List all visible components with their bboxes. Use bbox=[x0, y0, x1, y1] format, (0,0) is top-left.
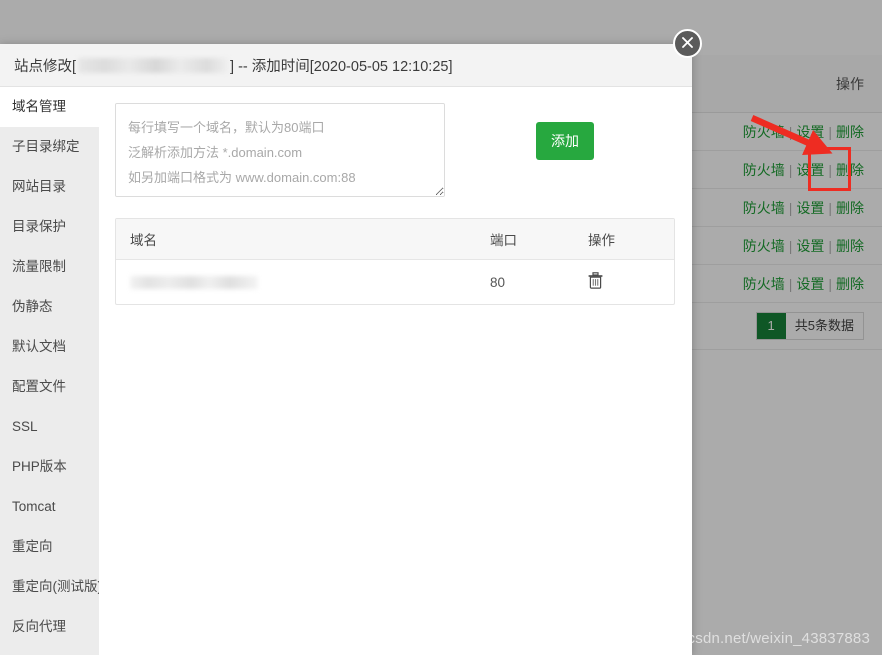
domain-table: 域名 端口 操作 80 bbox=[116, 219, 674, 304]
screen-root: 操作 防火墙 | 设置 | 删除 防火墙 | 设置 | 删除 防火墙 | 设置 | 删除 防火墙 | bbox=[0, 0, 882, 655]
domain-table-head: 域名 端口 操作 bbox=[116, 219, 674, 260]
sidebar-item-domain-management[interactable]: 域名管理 bbox=[0, 87, 99, 127]
modal-content: 添加 域名 端口 操作 bbox=[99, 87, 692, 655]
column-header-operation: 操作 bbox=[574, 219, 674, 260]
redacted-domain-value bbox=[130, 276, 258, 290]
watermark-text: https://blog.csdn.net/weixin_43837883 bbox=[607, 630, 870, 647]
sidebar-item-website-directory[interactable]: 网站目录 bbox=[0, 167, 99, 207]
modal-title-prefix: 站点修改[ bbox=[14, 58, 77, 75]
sidebar-item-default-document[interactable]: 默认文档 bbox=[0, 327, 99, 367]
sidebar-item-tomcat[interactable]: Tomcat bbox=[0, 487, 99, 527]
modal-body: 域名管理 子目录绑定 网站目录 目录保护 流量限制 伪静态 默认文档 配置文件 … bbox=[0, 87, 692, 655]
cell-port: 80 bbox=[490, 274, 506, 290]
add-domain-button[interactable]: 添加 bbox=[536, 122, 594, 160]
cell-operation bbox=[574, 260, 674, 305]
sidebar-item-ssl[interactable]: SSL bbox=[0, 407, 99, 447]
close-icon bbox=[681, 36, 694, 52]
sidebar-item-pseudo-static[interactable]: 伪静态 bbox=[0, 287, 99, 327]
modal-sidebar: 域名管理 子目录绑定 网站目录 目录保护 流量限制 伪静态 默认文档 配置文件 … bbox=[0, 87, 102, 655]
domain-table-wrapper: 域名 端口 操作 80 bbox=[115, 218, 675, 305]
domain-table-header-row: 域名 端口 操作 bbox=[116, 219, 674, 260]
column-header-domain: 域名 bbox=[116, 219, 476, 260]
trash-icon bbox=[588, 272, 603, 292]
sidebar-item-subdirectory-binding[interactable]: 子目录绑定 bbox=[0, 127, 99, 167]
sidebar-item-redirect-beta[interactable]: 重定向(测试版) bbox=[0, 567, 102, 607]
sidebar-item-directory-protection[interactable]: 目录保护 bbox=[0, 207, 99, 247]
column-header-port: 端口 bbox=[476, 219, 574, 260]
sidebar-item-config-file[interactable]: 配置文件 bbox=[0, 367, 99, 407]
table-row: 80 bbox=[116, 260, 674, 305]
close-modal-button[interactable] bbox=[673, 29, 702, 58]
add-domain-form: 添加 bbox=[115, 103, 676, 197]
domain-input[interactable] bbox=[115, 103, 445, 197]
cell-domain bbox=[116, 260, 476, 305]
redacted-domain-name bbox=[78, 57, 229, 73]
delete-domain-button[interactable] bbox=[588, 272, 603, 291]
domain-table-body: 80 bbox=[116, 260, 674, 305]
modal-header: 站点修改[ ] -- 添加时间[2020-05-05 12:10:25] bbox=[0, 44, 692, 87]
modal-title-suffix: ] -- 添加时间[2020-05-05 12:10:25] bbox=[230, 58, 453, 75]
sidebar-item-reverse-proxy[interactable]: 反向代理 bbox=[0, 607, 99, 647]
sidebar-item-redirect[interactable]: 重定向 bbox=[0, 527, 99, 567]
site-edit-modal: 站点修改[ ] -- 添加时间[2020-05-05 12:10:25] 域名管… bbox=[0, 44, 692, 655]
sidebar-item-traffic-limit[interactable]: 流量限制 bbox=[0, 247, 99, 287]
page-title: 站点修改[ ] -- 添加时间[2020-05-05 12:10:25] bbox=[14, 55, 452, 76]
sidebar-item-php-version[interactable]: PHP版本 bbox=[0, 447, 99, 487]
